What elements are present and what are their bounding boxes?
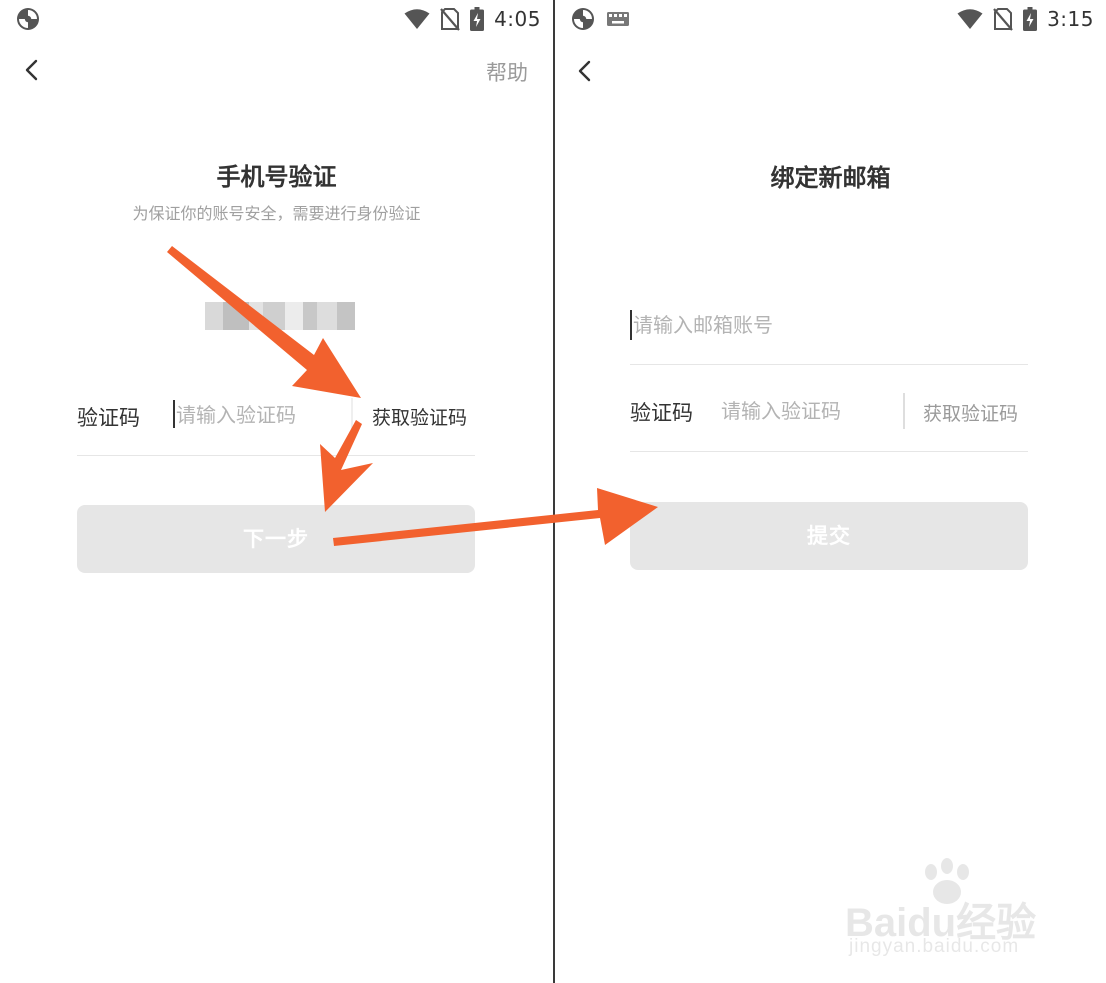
back-arrow-icon[interactable]	[571, 57, 599, 85]
code-field-row: 验证码 获取验证码	[77, 380, 475, 456]
no-sim-icon	[440, 8, 460, 31]
status-icons: 4:05	[404, 6, 541, 32]
battery-charging-icon	[470, 7, 485, 31]
field-separator	[351, 398, 353, 432]
wifi-icon	[404, 9, 430, 29]
no-sim-icon	[993, 8, 1013, 31]
page-title: 手机号验证	[216, 163, 337, 191]
masked-phone-number	[205, 302, 355, 330]
comparison-canvas: 4:05 帮助 手机号验证 为保证你的账号安全，需要进行身份验证 验证码 获取验…	[0, 0, 1106, 983]
email-field-row	[630, 290, 1028, 365]
status-time: 4:05	[494, 7, 541, 31]
code-label: 验证码	[77, 406, 140, 430]
code-field-row: 验证码 获取验证码	[630, 375, 1028, 452]
app-logo-icon	[17, 8, 39, 30]
status-bar: 3:15	[555, 0, 1106, 38]
get-code-button[interactable]: 获取验证码	[372, 403, 467, 430]
watermark: Baidu经验 jingyan.baidu.com	[845, 858, 1055, 968]
bind-email-screen: 3:15 绑定新邮箱 验证码 获取验证码 提交	[555, 0, 1106, 983]
next-step-button[interactable]: 下一步	[77, 505, 475, 573]
text-caret	[173, 400, 175, 428]
page-subtitle: 为保证你的账号安全，需要进行身份验证	[132, 204, 421, 223]
submit-button[interactable]: 提交	[630, 502, 1028, 570]
code-input[interactable]	[721, 396, 891, 426]
page-title: 绑定新邮箱	[770, 164, 891, 192]
watermark-url: jingyan.baidu.com	[849, 936, 1020, 957]
email-input[interactable]	[633, 310, 1013, 340]
help-link[interactable]: 帮助	[486, 57, 528, 87]
app-logo-icon	[572, 8, 594, 30]
status-bar: 4:05	[0, 0, 553, 38]
get-code-button[interactable]: 获取验证码	[923, 399, 1018, 426]
status-time: 3:15	[1047, 7, 1094, 31]
status-icons: 3:15	[957, 6, 1094, 32]
code-label: 验证码	[630, 401, 693, 425]
field-separator	[903, 393, 905, 429]
back-arrow-icon[interactable]	[18, 56, 46, 84]
keyboard-icon	[607, 12, 629, 26]
phone-verification-screen: 4:05 帮助 手机号验证 为保证你的账号安全，需要进行身份验证 验证码 获取验…	[0, 0, 553, 983]
code-input[interactable]	[176, 400, 346, 430]
battery-charging-icon	[1023, 7, 1038, 31]
text-caret	[630, 310, 632, 340]
wifi-icon	[957, 9, 983, 29]
